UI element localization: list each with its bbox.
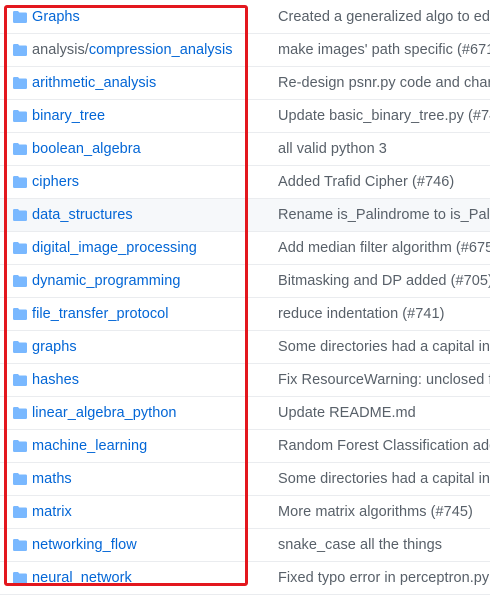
folder-icon xyxy=(13,242,27,254)
commit-message[interactable]: Add median filter algorithm (#675 xyxy=(278,232,490,264)
table-row[interactable]: ciphers Added Trafid Cipher (#746) xyxy=(0,166,490,199)
commit-message[interactable]: snake_case all the things xyxy=(278,529,442,561)
commit-message[interactable]: all valid python 3 xyxy=(278,133,387,165)
folder-icon xyxy=(13,473,27,485)
table-row[interactable]: data_structures Rename is_Palindrome to … xyxy=(0,199,490,232)
folder-icon xyxy=(13,572,27,584)
folder-name[interactable]: arithmetic_analysis xyxy=(32,67,156,99)
folder-link[interactable]: arithmetic_analysis xyxy=(32,75,156,91)
commit-message[interactable]: Re-design psnr.py code and char xyxy=(278,67,490,99)
table-row[interactable]: networking_flow snake_case all the thing… xyxy=(0,529,490,562)
folder-name[interactable]: machine_learning xyxy=(32,430,147,462)
folder-icon xyxy=(13,539,27,551)
commit-message[interactable]: Update basic_binary_tree.py (#74 xyxy=(278,100,490,132)
folder-icon xyxy=(13,10,27,23)
folder-name[interactable]: boolean_algebra xyxy=(32,133,141,165)
table-row[interactable]: Graphs Created a generalized algo to edr xyxy=(0,0,490,34)
folder-icon xyxy=(13,440,27,452)
folder-name[interactable]: digital_image_processing xyxy=(32,232,197,264)
folder-link[interactable]: file_transfer_protocol xyxy=(32,306,169,322)
folder-name[interactable]: networking_flow xyxy=(32,529,137,561)
folder-name[interactable]: analysis/compression_analysis xyxy=(32,34,233,66)
folder-name[interactable]: dynamic_programming xyxy=(32,265,180,297)
commit-message[interactable]: Some directories had a capital in xyxy=(278,463,490,495)
commit-message[interactable]: make images' path specific (#671 xyxy=(278,34,490,66)
folder-icon xyxy=(13,341,27,353)
folder-link[interactable]: neural_network xyxy=(32,570,132,586)
folder-icon xyxy=(13,209,27,221)
folder-path-prefix[interactable]: analysis/ xyxy=(32,42,89,58)
commit-message[interactable]: Bitmasking and DP added (#705) xyxy=(278,265,490,297)
folder-icon xyxy=(13,110,27,122)
commit-message[interactable]: Some directories had a capital in xyxy=(278,331,490,363)
table-row[interactable]: matrix More matrix algorithms (#745) xyxy=(0,496,490,529)
folder-name[interactable]: linear_algebra_python xyxy=(32,397,177,429)
table-row[interactable]: maths Some directories had a capital in xyxy=(0,463,490,496)
folder-name[interactable]: matrix xyxy=(32,496,72,528)
folder-icon xyxy=(13,176,27,188)
commit-message[interactable]: reduce indentation (#741) xyxy=(278,298,445,330)
commit-message[interactable]: Random Forest Classification add xyxy=(278,430,490,462)
folder-link[interactable]: matrix xyxy=(32,504,72,520)
table-row[interactable]: analysis/compression_analysis make image… xyxy=(0,34,490,67)
folder-icon xyxy=(13,275,27,287)
commit-message[interactable]: Fixed typo error in perceptron.py xyxy=(278,562,489,594)
folder-link[interactable]: ciphers xyxy=(32,174,79,190)
folder-link[interactable]: linear_algebra_python xyxy=(32,405,177,421)
commit-message[interactable]: Added Trafid Cipher (#746) xyxy=(278,166,454,198)
table-row[interactable]: file_transfer_protocol reduce indentatio… xyxy=(0,298,490,331)
table-row[interactable]: hashes Fix ResourceWarning: unclosed fi xyxy=(0,364,490,397)
table-row[interactable]: arithmetic_analysis Re-design psnr.py co… xyxy=(0,67,490,100)
folder-link[interactable]: maths xyxy=(32,471,72,487)
table-row[interactable]: neural_network Fixed typo error in perce… xyxy=(0,562,490,595)
folder-link[interactable]: binary_tree xyxy=(32,108,105,124)
folder-link[interactable]: data_structures xyxy=(32,207,133,223)
commit-message[interactable]: Created a generalized algo to edr xyxy=(278,0,490,33)
folder-name[interactable]: neural_network xyxy=(32,562,132,594)
folder-link[interactable]: digital_image_processing xyxy=(32,240,197,256)
commit-message[interactable]: Rename is_Palindrome to is_Palin xyxy=(278,199,490,231)
table-row[interactable]: graphs Some directories had a capital in xyxy=(0,331,490,364)
folder-link[interactable]: machine_learning xyxy=(32,438,147,454)
folder-icon xyxy=(13,506,27,518)
table-row[interactable]: dynamic_programming Bitmasking and DP ad… xyxy=(0,265,490,298)
table-row[interactable]: boolean_algebra all valid python 3 xyxy=(0,133,490,166)
folder-link[interactable]: networking_flow xyxy=(32,537,137,553)
folder-name[interactable]: graphs xyxy=(32,331,77,363)
folder-icon xyxy=(13,77,27,89)
commit-message[interactable]: More matrix algorithms (#745) xyxy=(278,496,473,528)
table-row[interactable]: machine_learning Random Forest Classific… xyxy=(0,430,490,463)
folder-link[interactable]: hashes xyxy=(32,372,79,388)
folder-name[interactable]: binary_tree xyxy=(32,100,105,132)
folder-icon xyxy=(13,44,27,56)
directory-listing: Graphs Created a generalized algo to edr… xyxy=(0,0,490,595)
folder-link[interactable]: dynamic_programming xyxy=(32,273,180,289)
folder-icon xyxy=(13,407,27,419)
folder-icon xyxy=(13,143,27,155)
commit-message[interactable]: Update README.md xyxy=(278,397,416,429)
file-browser: Graphs Created a generalized algo to edr… xyxy=(0,0,490,595)
folder-link[interactable]: boolean_algebra xyxy=(32,141,141,157)
folder-link[interactable]: compression_analysis xyxy=(89,42,233,58)
table-row[interactable]: linear_algebra_python Update README.md xyxy=(0,397,490,430)
commit-message[interactable]: Fix ResourceWarning: unclosed fi xyxy=(278,364,490,396)
table-row[interactable]: binary_tree Update basic_binary_tree.py … xyxy=(0,100,490,133)
folder-name[interactable]: Graphs xyxy=(32,0,80,33)
folder-name[interactable]: maths xyxy=(32,463,72,495)
folder-name[interactable]: hashes xyxy=(32,364,79,396)
folder-link[interactable]: graphs xyxy=(32,339,77,355)
folder-name[interactable]: data_structures xyxy=(32,199,133,231)
folder-icon xyxy=(13,308,27,320)
folder-name[interactable]: file_transfer_protocol xyxy=(32,298,169,330)
folder-icon xyxy=(13,374,27,386)
folder-link[interactable]: Graphs xyxy=(32,9,80,25)
folder-name[interactable]: ciphers xyxy=(32,166,79,198)
table-row[interactable]: digital_image_processing Add median filt… xyxy=(0,232,490,265)
